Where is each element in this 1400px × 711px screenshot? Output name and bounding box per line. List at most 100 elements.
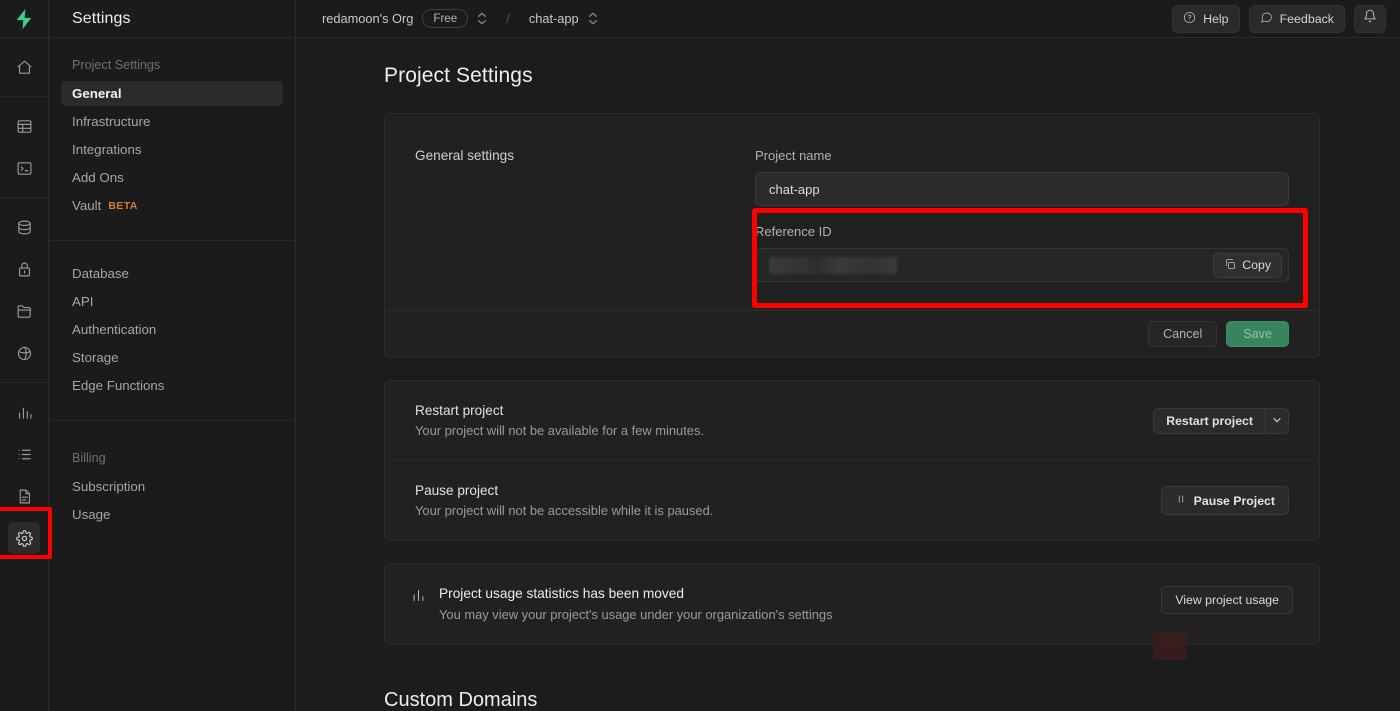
restart-project-dropdown-toggle[interactable] (1265, 407, 1289, 434)
chevron-down-icon (1272, 412, 1282, 430)
edge-functions-icon[interactable] (8, 337, 40, 369)
org-switcher-chevron-icon[interactable] (477, 12, 487, 25)
api-docs-icon[interactable] (8, 480, 40, 512)
page-title: Project Settings (384, 64, 533, 87)
beta-badge: BETA (108, 199, 138, 212)
usage-notice-text: Project usage statistics has been moved … (439, 586, 1161, 622)
general-settings-body: General settings Project name chat-app R… (385, 114, 1319, 310)
save-button[interactable]: Save (1226, 321, 1289, 347)
bell-icon (1363, 9, 1377, 28)
sidebar-item-integrations[interactable]: Integrations (61, 137, 283, 162)
general-settings-footer: Cancel Save (385, 310, 1319, 357)
sidebar-item-infrastructure[interactable]: Infrastructure (61, 109, 283, 134)
restart-project-title: Restart project (415, 403, 504, 418)
restart-project-split-button: Restart project (1153, 407, 1289, 434)
project-name-label: Project name (755, 148, 832, 163)
auth-lock-icon[interactable] (8, 253, 40, 285)
rail-group-1 (0, 38, 48, 96)
storage-icon[interactable] (8, 295, 40, 327)
sql-editor-icon[interactable] (8, 152, 40, 184)
sidebar-item-label: Database (72, 266, 129, 281)
reference-id-redacted-value (769, 256, 897, 274)
project-name-breadcrumb[interactable]: chat-app (529, 11, 579, 26)
settings-content: Project Settings General settings Projec… (296, 38, 1400, 711)
sidebar-item-add-ons[interactable]: Add Ons (61, 165, 283, 190)
app-root: Settings Project Settings General Infras… (0, 0, 1400, 711)
project-switcher-chevron-icon[interactable] (588, 12, 598, 25)
home-icon[interactable] (8, 51, 40, 83)
sidebar-item-label: Subscription (72, 479, 146, 494)
nav-section-billing: Billing Subscription Usage (49, 420, 295, 527)
feedback-label: Feedback (1279, 11, 1334, 26)
sidebar-item-label: Integrations (72, 142, 142, 157)
gear-icon-wrapper (0, 507, 52, 559)
gear-icon[interactable] (8, 522, 40, 554)
sidebar-item-label: Usage (72, 507, 111, 522)
help-circle-icon (1183, 11, 1196, 27)
copy-icon (1224, 258, 1236, 273)
pause-project-text: Pause project Your project will not be a… (415, 483, 1161, 518)
sidebar-item-subscription[interactable]: Subscription (61, 474, 283, 499)
nav-section-label-project-settings: Project Settings (72, 58, 161, 72)
restart-project-desc: Your project will not be available for a… (415, 423, 704, 438)
sidebar-item-label: API (72, 294, 94, 309)
logs-list-icon[interactable] (8, 438, 40, 470)
pause-project-row: Pause project Your project will not be a… (385, 460, 1319, 540)
general-settings-card: General settings Project name chat-app R… (384, 113, 1320, 358)
sidebar-item-label: Add Ons (72, 170, 124, 185)
top-bar: redamoon's Org Free / chat-app Help Feed… (296, 0, 1400, 38)
project-name-input[interactable]: chat-app (755, 172, 1289, 206)
database-icon[interactable] (8, 211, 40, 243)
nav-section-project-settings: Project Settings General Infrastructure … (49, 38, 295, 218)
copy-reference-id-button[interactable]: Copy (1213, 252, 1282, 278)
sidebar-item-label: Infrastructure (72, 114, 151, 129)
restart-project-text: Restart project Your project will not be… (415, 403, 1153, 438)
usage-notice-card: Project usage statistics has been moved … (384, 563, 1320, 660)
sidebar-item-storage[interactable]: Storage (61, 345, 283, 370)
sidebar-item-api[interactable]: API (61, 289, 283, 314)
help-button[interactable]: Help (1172, 4, 1240, 33)
project-name-field: Project name chat-app (755, 148, 1289, 206)
general-settings-fields: Project name chat-app Reference ID Copy (755, 148, 1289, 300)
sidebar-item-authentication[interactable]: Authentication (61, 317, 283, 342)
red-artifact (1153, 632, 1187, 660)
table-editor-icon[interactable] (8, 110, 40, 142)
pause-project-button-label: Pause Project (1193, 493, 1275, 508)
usage-notice-title: Project usage statistics has been moved (439, 586, 684, 601)
plan-badge[interactable]: Free (422, 9, 469, 28)
sidebar-item-label: Vault (72, 198, 102, 213)
reports-chart-icon[interactable] (8, 396, 40, 428)
pause-project-title: Pause project (415, 483, 499, 498)
usage-notice-desc: You may view your project's usage under … (439, 607, 833, 622)
sidebar-item-label: General (72, 86, 122, 101)
supabase-logo-icon[interactable] (0, 0, 48, 38)
sidebar-item-general[interactable]: General (61, 81, 283, 106)
sidebar-item-vault[interactable]: Vault BETA (61, 193, 283, 218)
org-name[interactable]: redamoon's Org (322, 11, 413, 26)
pause-project-desc: Your project will not be accessible whil… (415, 503, 714, 518)
restart-project-button[interactable]: Restart project (1153, 407, 1265, 434)
help-label: Help (1203, 11, 1229, 26)
bar-chart-icon (411, 588, 426, 608)
sidebar-item-database[interactable]: Database (61, 261, 283, 286)
rail-group-3 (0, 197, 48, 382)
chat-bubble-icon (1260, 11, 1273, 27)
breadcrumb: redamoon's Org Free / chat-app (322, 9, 598, 28)
sidebar-item-usage[interactable]: Usage (61, 502, 283, 527)
sidebar-item-label: Storage (72, 350, 119, 365)
nav-section-configuration: Database API Authentication Storage Edge… (49, 240, 295, 398)
view-project-usage-button[interactable]: View project usage (1161, 586, 1293, 614)
cancel-button[interactable]: Cancel (1148, 321, 1218, 347)
sidebar-header: Settings (49, 0, 295, 38)
restart-project-row: Restart project Your project will not be… (385, 381, 1319, 460)
copy-label: Copy (1242, 258, 1271, 272)
sidebar-item-edge-functions[interactable]: Edge Functions (61, 373, 283, 398)
reference-id-field: Reference ID Copy (755, 224, 1289, 282)
pause-project-button[interactable]: Pause Project (1160, 486, 1289, 515)
main-area: redamoon's Org Free / chat-app Help Feed… (296, 0, 1400, 711)
feedback-button[interactable]: Feedback (1248, 4, 1345, 33)
sidebar-item-label: Authentication (72, 322, 157, 337)
notifications-button[interactable] (1354, 4, 1386, 33)
reference-id-input[interactable]: Copy (755, 248, 1289, 282)
rail-group-2 (0, 96, 48, 197)
